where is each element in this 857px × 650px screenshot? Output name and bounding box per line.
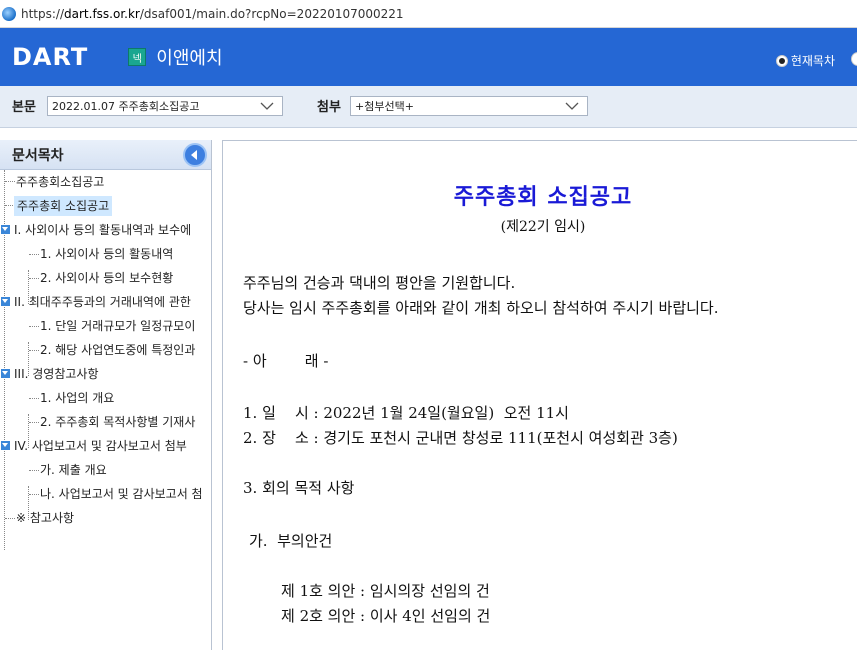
agenda-item-1: 제 1호 의안 : 임시의장 선임의 건 <box>281 582 490 600</box>
toc-item[interactable]: II. 최대주주등과의 거래내역에 관한 <box>14 292 210 312</box>
chevron-down-icon <box>260 102 274 110</box>
toc-item[interactable]: 2. 사외이사 등의 보수현황 <box>40 268 173 288</box>
meeting-date: 1. 일 시 : 2022년 1월 24일(월요일) 오전 11시 <box>243 404 569 422</box>
toc-item[interactable]: 2. 해당 사업연도중에 특정인과 <box>40 340 210 360</box>
document-viewer: 주주총회 소집공고 (제22기 임시) 주주님의 건승과 댁내의 평안을 기원합… <box>222 140 857 650</box>
tree-guide <box>29 494 39 495</box>
main-doc-label: 본문 <box>12 100 36 115</box>
toc-header: 문서목차 <box>0 140 211 170</box>
toc-item[interactable]: III. 경영참고사항 <box>14 364 99 384</box>
expand-toggle-icon[interactable] <box>1 369 10 378</box>
url-path: /dsaf001/main.do?rcpNo=20220107000221 <box>139 6 404 21</box>
toc-item[interactable]: I. 사외이사 등의 활동내역과 보수에 <box>14 220 210 240</box>
document-title: 주주총회 소집공고 <box>453 184 633 210</box>
radio-unselected-icon[interactable] <box>851 52 857 66</box>
toc-item[interactable]: 2. 주주총회 목적사항별 기재사 <box>40 412 210 432</box>
meeting-place: 2. 장 소 : 경기도 포천시 군내면 창성로 111(포천시 여성회관 3층… <box>243 429 678 447</box>
greeting-line-1: 주주님의 건승과 댁내의 평안을 기원합니다. <box>243 274 516 292</box>
dart-logo[interactable]: DART <box>12 43 88 71</box>
agenda-item-2: 제 2호 의안 : 이사 4인 선임의 건 <box>281 607 491 625</box>
greeting-line-2: 당사는 임시 주주총회를 아래와 같이 개최 하오니 참석하여 주시기 바랍니다… <box>243 299 719 317</box>
toc-option-label: 현재목차 <box>790 54 835 68</box>
toc-item[interactable]: 나. 사업보고서 및 감사보고서 첨 <box>40 484 210 504</box>
toc-item[interactable]: 주주총회소집공고 <box>16 172 104 192</box>
expand-toggle-icon[interactable] <box>1 441 10 450</box>
tree-guide <box>29 398 39 399</box>
tree-guide <box>29 422 39 423</box>
logo-text: DART <box>12 43 89 71</box>
collapse-sidebar-icon[interactable] <box>183 143 207 167</box>
tree-guide <box>5 518 15 519</box>
below-heading: - 아 래 - <box>243 352 329 370</box>
meeting-purpose-heading: 3. 회의 목적 사항 <box>243 479 355 497</box>
company-name: 이앤에치 <box>156 48 223 69</box>
attachment-label: 첨부 <box>317 100 341 115</box>
site-favicon-icon <box>2 6 16 21</box>
dart-header: DART 넥 이앤에치 현재목차 <box>0 28 857 86</box>
address-bar[interactable]: https://dart.fss.or.kr/dsaf001/main.do?r… <box>0 0 857 28</box>
current-toc-option[interactable]: 현재목차 <box>775 52 835 69</box>
attachment-select[interactable]: +첨부선택+ <box>350 96 588 116</box>
market-badge: 넥 <box>128 48 147 66</box>
main-doc-select[interactable]: 2022.01.07 주주총회소집공고 <box>47 96 283 116</box>
document-selector-bar: 본문 2022.01.07 주주총회소집공고 첨부 +첨부선택+ <box>0 86 857 128</box>
expand-toggle-icon[interactable] <box>1 297 10 306</box>
attachment-value: +첨부선택+ <box>355 100 414 113</box>
toc-item[interactable]: IV. 사업보고서 및 감사보고서 첨부 <box>14 436 210 456</box>
toc-title: 문서목차 <box>12 147 64 164</box>
tree-guide <box>29 278 39 279</box>
toc-item[interactable]: 가. 제출 개요 <box>40 460 107 480</box>
tree-guide <box>29 254 39 255</box>
chevron-down-icon <box>565 102 579 110</box>
toc-item[interactable]: 1. 사업의 개요 <box>40 388 114 408</box>
expand-toggle-icon[interactable] <box>1 225 10 234</box>
tree-guide <box>29 326 39 327</box>
toc-item[interactable]: 1. 사외이사 등의 활동내역 <box>40 244 173 264</box>
main-doc-value: 2022.01.07 주주총회소집공고 <box>52 100 200 113</box>
url-host: dart.fss.or.kr <box>64 6 140 21</box>
document-subtitle: (제22기 임시) <box>500 219 586 235</box>
toc-sidebar: 문서목차 주주총회소집공고 주주총회 소집공고 I. 사외이사 등의 활동내역과… <box>0 140 212 650</box>
tree-guide <box>29 350 39 351</box>
toc-item[interactable]: 1. 단일 거래규모가 일정규모이 <box>40 316 210 336</box>
toc-item[interactable]: ※ 참고사항 <box>16 508 74 528</box>
radio-selected-icon[interactable] <box>775 54 788 67</box>
tree-guide <box>5 181 15 182</box>
toc-item-selected[interactable]: 주주총회 소집공고 <box>14 196 113 216</box>
url-text[interactable]: https://dart.fss.or.kr/dsaf001/main.do?r… <box>21 7 404 21</box>
url-prefix: https:// <box>21 6 65 21</box>
agenda-heading: 가. 부의안건 <box>249 532 333 550</box>
tree-guide <box>29 470 39 471</box>
